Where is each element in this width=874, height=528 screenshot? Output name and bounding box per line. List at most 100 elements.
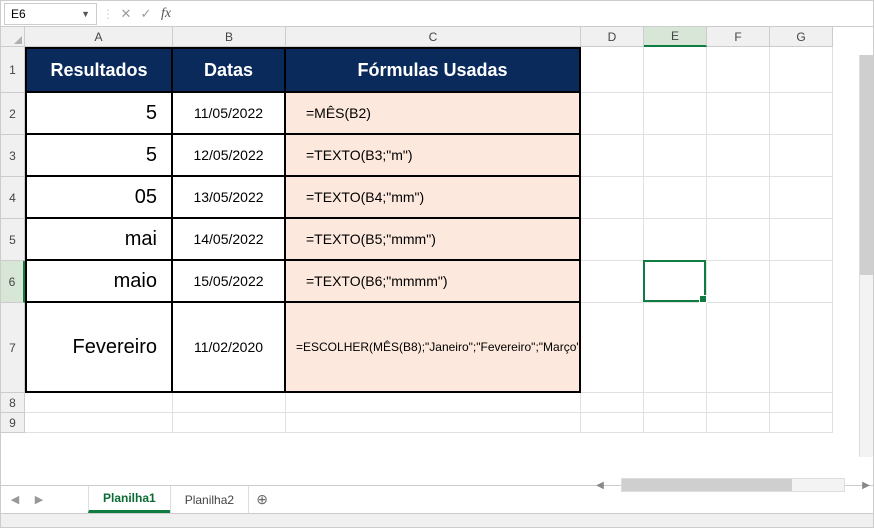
fx-icon[interactable]: fx [156,3,176,25]
cell-G5[interactable] [770,219,833,261]
cell-E1[interactable] [644,47,707,93]
column-header-F[interactable]: F [707,27,770,47]
cell-F6[interactable] [707,261,770,303]
column-header-G[interactable]: G [770,27,833,47]
cell-E8[interactable] [644,393,707,413]
table-header-A[interactable]: Resultados [25,47,173,93]
cell-D2[interactable] [581,93,644,135]
sheet-tab-active[interactable]: Planilha1 [88,486,171,513]
cell-E3[interactable] [644,135,707,177]
cell-B4[interactable]: 13/05/2022 [173,177,286,219]
cell-B5[interactable]: 14/05/2022 [173,219,286,261]
cell-F7[interactable] [707,303,770,393]
add-sheet-button[interactable]: ⊕ [249,491,275,508]
h-scroll-track[interactable] [621,478,845,492]
sheet-tab-other[interactable]: Planilha2 [170,486,249,513]
scroll-right-icon[interactable]: ▶ [859,480,873,491]
column-header-D[interactable]: D [581,27,644,47]
row-header-3[interactable]: 3 [1,135,25,177]
cell-D1[interactable] [581,47,644,93]
cell-F3[interactable] [707,135,770,177]
cell-G3[interactable] [770,135,833,177]
cell-G6[interactable] [770,261,833,303]
tab-nav-next[interactable]: ▶ [29,489,49,511]
cell-C7[interactable]: =ESCOLHER(MÊS(B8);"Janeiro";"Fevereiro";… [286,303,581,393]
spreadsheet-grid[interactable]: ABCDEFG 123456789 ResultadosDatasFórmula… [1,27,873,499]
column-header-E[interactable]: E [644,27,707,47]
cell-D3[interactable] [581,135,644,177]
cell-B3[interactable]: 12/05/2022 [173,135,286,177]
column-header-A[interactable]: A [25,27,173,47]
cell-G2[interactable] [770,93,833,135]
cell-C3[interactable]: =TEXTO(B3;"m") [286,135,581,177]
cell-A9[interactable] [25,413,173,433]
column-header-B[interactable]: B [173,27,286,47]
cell-F5[interactable] [707,219,770,261]
vertical-scroll-thumb[interactable] [860,55,873,275]
cell-D6[interactable] [581,261,644,303]
cell-C4[interactable]: =TEXTO(B4;"mm") [286,177,581,219]
cell-C9[interactable] [286,413,581,433]
cell-B7[interactable]: 11/02/2020 [173,303,286,393]
cell-G9[interactable] [770,413,833,433]
cell-B9[interactable] [173,413,286,433]
cell-G1[interactable] [770,47,833,93]
cells-container: ResultadosDatasFórmulas Usadas 511/05/202… [25,47,833,433]
select-all-corner[interactable] [1,27,25,47]
formula-input[interactable] [176,3,873,25]
cell-F1[interactable] [707,47,770,93]
cell-C2[interactable]: =MÊS(B2) [286,93,581,135]
cell-D8[interactable] [581,393,644,413]
cell-B2[interactable]: 11/05/2022 [173,93,286,135]
cell-E6[interactable] [644,261,707,303]
confirm-formula-button[interactable]: ✓ [136,3,156,25]
cell-E9[interactable] [644,413,707,433]
cell-F8[interactable] [707,393,770,413]
table-header-B[interactable]: Datas [173,47,286,93]
cell-B8[interactable] [173,393,286,413]
cell-F9[interactable] [707,413,770,433]
row-header-9[interactable]: 9 [1,413,25,433]
cell-D7[interactable] [581,303,644,393]
cell-E2[interactable] [644,93,707,135]
cell-F4[interactable] [707,177,770,219]
scroll-left-icon[interactable]: ◀ [593,480,607,491]
cell-G7[interactable] [770,303,833,393]
cell-E4[interactable] [644,177,707,219]
name-box[interactable]: E6 ▼ [4,3,97,25]
horizontal-scrollbar[interactable]: ◀ ▶ [593,471,873,499]
vertical-scrollbar[interactable] [859,55,873,457]
cell-C8[interactable] [286,393,581,413]
cancel-formula-button[interactable]: ✕ [116,3,136,25]
cell-F2[interactable] [707,93,770,135]
row-header-7[interactable]: 7 [1,303,25,393]
cell-E5[interactable] [644,219,707,261]
cell-A3[interactable]: 5 [25,135,173,177]
name-box-value: E6 [11,7,26,21]
cell-C6[interactable]: =TEXTO(B6;"mmmm") [286,261,581,303]
cell-A5[interactable]: mai [25,219,173,261]
cell-D9[interactable] [581,413,644,433]
cell-A7[interactable]: Fevereiro [25,303,173,393]
cell-C5[interactable]: =TEXTO(B5;"mmm") [286,219,581,261]
cell-A2[interactable]: 5 [25,93,173,135]
cell-A8[interactable] [25,393,173,413]
cell-D5[interactable] [581,219,644,261]
row-header-8[interactable]: 8 [1,393,25,413]
cell-A6[interactable]: maio [25,261,173,303]
row-header-4[interactable]: 4 [1,177,25,219]
tab-nav-prev[interactable]: ◀ [5,489,25,511]
cell-E7[interactable] [644,303,707,393]
cell-A4[interactable]: 05 [25,177,173,219]
row-header-1[interactable]: 1 [1,47,25,93]
row-header-5[interactable]: 5 [1,219,25,261]
column-header-C[interactable]: C [286,27,581,47]
table-header-C[interactable]: Fórmulas Usadas [286,47,581,93]
cell-G4[interactable] [770,177,833,219]
cell-B6[interactable]: 15/05/2022 [173,261,286,303]
h-scroll-thumb[interactable] [622,479,792,491]
row-header-2[interactable]: 2 [1,93,25,135]
cell-D4[interactable] [581,177,644,219]
cell-G8[interactable] [770,393,833,413]
row-header-6[interactable]: 6 [1,261,25,303]
